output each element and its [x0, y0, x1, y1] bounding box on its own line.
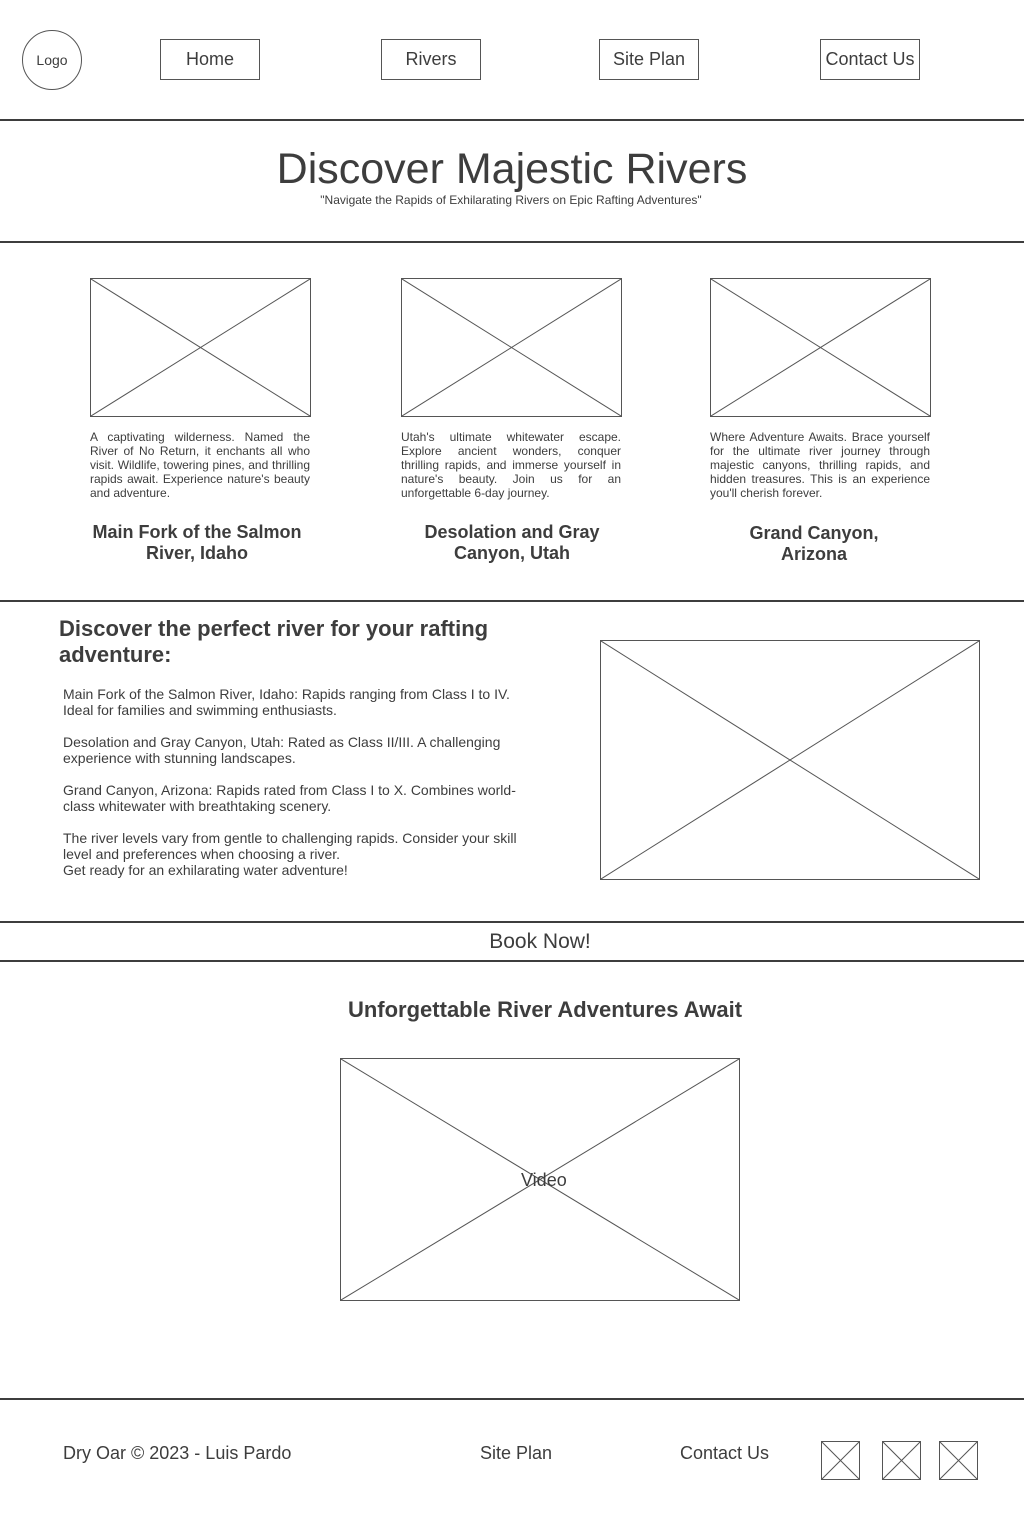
discover-paragraph-grand-canyon: Grand Canyon, Arizona: Rapids rated from… [63, 782, 516, 814]
discover-paragraph-river-levels: The river levels vary from gentle to cha… [63, 830, 517, 862]
video-placeholder[interactable]: Video [340, 1058, 740, 1301]
book-now-label: Book Now! [489, 930, 591, 953]
nav-site-plan-label: Site Plan [612, 49, 686, 69]
page-title: Discover Majestic Rivers [276, 145, 748, 193]
social-icon-3[interactable] [939, 1441, 978, 1480]
nav-contact-label: Contact Us [825, 49, 915, 69]
social-icon-2[interactable] [882, 1441, 921, 1480]
river-name-3: Grand Canyon, Arizona [749, 523, 879, 564]
nav-home-label: Home [185, 49, 234, 69]
river-image-placeholder-1 [90, 278, 311, 417]
footer-contact-link[interactable]: Contact Us [680, 1442, 769, 1464]
image-placeholder-icon [822, 1442, 859, 1479]
nav-contact-button[interactable]: Contact Us [820, 39, 920, 80]
book-divider-top [0, 921, 1024, 923]
image-placeholder-icon [91, 279, 310, 416]
book-divider-bottom [0, 960, 1024, 962]
image-placeholder-icon [402, 279, 621, 416]
nav-rivers-button[interactable]: Rivers [381, 39, 481, 80]
discover-paragraph-closing: Get ready for an exhilarating water adve… [63, 862, 348, 878]
river-description-2: Utah's ultimate whitewater escape. Explo… [401, 430, 621, 500]
footer-site-plan-link[interactable]: Site Plan [480, 1442, 552, 1464]
river-image-placeholder-2 [401, 278, 622, 417]
image-placeholder-icon [711, 279, 930, 416]
nav-site-plan-button[interactable]: Site Plan [599, 39, 699, 80]
image-placeholder-icon [883, 1442, 920, 1479]
image-placeholder-icon [601, 641, 979, 879]
page-subtitle: "Navigate the Rapids of Exhilarating Riv… [320, 193, 702, 207]
footer-divider [0, 1398, 1024, 1400]
river-description-1: A captivating wilderness. Named the Rive… [90, 430, 310, 500]
cards-divider [0, 600, 1024, 602]
hero-divider [0, 241, 1024, 243]
river-name-2: Desolation and Gray Canyon, Utah [424, 522, 600, 563]
discover-paragraph-salmon: Main Fork of the Salmon River, Idaho: Ra… [63, 686, 510, 718]
footer-copyright: Dry Oar © 2023 - Luis Pardo [63, 1443, 292, 1463]
discover-image-placeholder [600, 640, 980, 880]
adventures-heading: Unforgettable River Adventures Await [347, 997, 743, 1022]
river-image-placeholder-3 [710, 278, 931, 417]
discover-heading: Discover the perfect river for your raft… [59, 616, 489, 667]
river-description-3: Where Adventure Awaits. Brace yourself f… [710, 430, 930, 500]
image-placeholder-icon [940, 1442, 977, 1479]
logo[interactable]: Logo [22, 30, 82, 90]
logo-label: Logo [36, 52, 68, 68]
video-label: Video [521, 1170, 567, 1190]
book-now-button[interactable]: Book Now! [0, 924, 1024, 960]
header-divider [0, 119, 1024, 121]
social-icon-1[interactable] [821, 1441, 860, 1480]
nav-home-button[interactable]: Home [160, 39, 260, 80]
nav-rivers-label: Rivers [405, 49, 457, 69]
river-name-1: Main Fork of the Salmon River, Idaho [92, 522, 302, 563]
discover-paragraph-desolation: Desolation and Gray Canyon, Utah: Rated … [63, 734, 501, 766]
